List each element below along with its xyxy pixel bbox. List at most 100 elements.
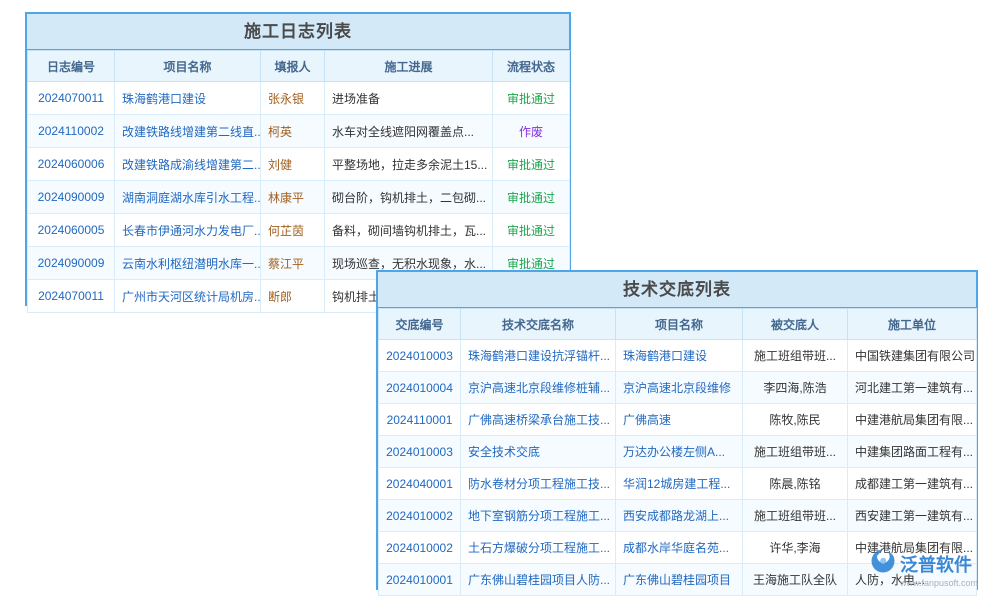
log-id-link[interactable]: 2024090009	[28, 247, 115, 280]
log-id-link[interactable]: 2024110002	[28, 115, 115, 148]
construction-unit-cell: 西安建工第一建筑有...	[848, 500, 977, 532]
disclosed-person-cell: 施工班组带班...	[743, 500, 848, 532]
filler-cell: 刘健	[261, 148, 325, 181]
disclosed-person-cell: 李四海,陈浩	[743, 372, 848, 404]
log-id-link[interactable]: 2024090009	[28, 181, 115, 214]
brand-url: www.fanpusoft.com	[900, 578, 996, 588]
project-name-link[interactable]: 广佛高速	[616, 404, 743, 436]
brand-name: 泛普软件	[900, 551, 972, 577]
disclosure-name-link[interactable]: 珠海鹤港口建设抗浮锚杆...	[461, 340, 616, 372]
project-name-link[interactable]: 云南水利枢纽潜明水库一...	[115, 247, 261, 280]
status-badge: 审批通过	[493, 214, 570, 247]
disclosure-table-header-row: 交底编号技术交底名称项目名称被交底人施工单位	[379, 309, 977, 340]
fanpu-logo-icon	[870, 548, 896, 579]
disclosure-name-link[interactable]: 防水卷材分项工程施工技...	[461, 468, 616, 500]
disclosed-person-cell: 王海施工队全队	[743, 564, 848, 596]
log-id-link[interactable]: 2024070011	[28, 280, 115, 313]
table-row: 2024060006改建铁路成渝线增建第二...刘健平整场地，拉走多余泥土15.…	[28, 148, 570, 181]
disclosed-person-cell: 许华,李海	[743, 532, 848, 564]
construction-unit-cell: 中建港航局集团有限...	[848, 404, 977, 436]
disclosed-person-cell: 陈晨,陈铭	[743, 468, 848, 500]
progress-cell: 平整场地，拉走多余泥土15...	[325, 148, 493, 181]
fanpu-watermark: 泛普软件 www.fanpusoft.com	[870, 548, 996, 588]
table-row: 2024010003珠海鹤港口建设抗浮锚杆...珠海鹤港口建设施工班组带班...…	[379, 340, 977, 372]
disclosure-name-link[interactable]: 土石方爆破分项工程施工...	[461, 532, 616, 564]
project-name-link[interactable]: 西安成都路龙湖上...	[616, 500, 743, 532]
disclosure-id-link[interactable]: 2024010003	[379, 340, 461, 372]
disclosure-name-link[interactable]: 广佛高速桥梁承台施工技...	[461, 404, 616, 436]
project-name-link[interactable]: 湖南洞庭湖水库引水工程...	[115, 181, 261, 214]
column-header: 技术交底名称	[461, 309, 616, 340]
column-header: 项目名称	[616, 309, 743, 340]
filler-cell: 林康平	[261, 181, 325, 214]
project-name-link[interactable]: 改建铁路线增建第二线直...	[115, 115, 261, 148]
disclosed-person-cell: 施工班组带班...	[743, 340, 848, 372]
disclosure-id-link[interactable]: 2024010001	[379, 564, 461, 596]
disclosure-id-link[interactable]: 2024010002	[379, 532, 461, 564]
project-name-link[interactable]: 广东佛山碧桂园项目	[616, 564, 743, 596]
project-name-link[interactable]: 京沪高速北京段维修	[616, 372, 743, 404]
table-row: 2024010004京沪高速北京段维修桩辅...京沪高速北京段维修李四海,陈浩河…	[379, 372, 977, 404]
disclosure-id-link[interactable]: 2024010003	[379, 436, 461, 468]
project-name-link[interactable]: 成都水岸华庭名苑...	[616, 532, 743, 564]
project-name-link[interactable]: 广州市天河区统计局机房...	[115, 280, 261, 313]
column-header: 施工进展	[325, 51, 493, 82]
progress-cell: 砌台阶，钩机排土，二包砌...	[325, 181, 493, 214]
filler-cell: 蔡江平	[261, 247, 325, 280]
project-name-link[interactable]: 长春市伊通河水力发电厂...	[115, 214, 261, 247]
table-row: 2024010003安全技术交底万达办公楼左侧A...施工班组带班...中建集团…	[379, 436, 977, 468]
table-row: 2024070011珠海鹤港口建设张永银进场准备审批通过	[28, 82, 570, 115]
status-badge: 审批通过	[493, 181, 570, 214]
disclosed-person-cell: 施工班组带班...	[743, 436, 848, 468]
table-row: 2024060005长春市伊通河水力发电厂...何芷茵备料，砌间墙钩机排土，瓦.…	[28, 214, 570, 247]
table-row: 2024040001防水卷材分项工程施工技...华润12城房建工程...陈晨,陈…	[379, 468, 977, 500]
table-row: 2024110001广佛高速桥梁承台施工技...广佛高速陈牧,陈民中建港航局集团…	[379, 404, 977, 436]
progress-cell: 备料，砌间墙钩机排土，瓦...	[325, 214, 493, 247]
disclosure-name-link[interactable]: 京沪高速北京段维修桩辅...	[461, 372, 616, 404]
status-badge: 作废	[493, 115, 570, 148]
column-header: 日志编号	[28, 51, 115, 82]
status-badge: 审批通过	[493, 148, 570, 181]
disclosure-id-link[interactable]: 2024010002	[379, 500, 461, 532]
table-row: 2024110002改建铁路线增建第二线直...柯英水车对全线遮阳网覆盖点...…	[28, 115, 570, 148]
log-table-header-row: 日志编号项目名称填报人施工进展流程状态	[28, 51, 570, 82]
construction-log-panel: 施工日志列表 日志编号项目名称填报人施工进展流程状态 2024070011珠海鹤…	[25, 12, 571, 306]
filler-cell: 何芷茵	[261, 214, 325, 247]
page-root: { "log_panel": { "title": "施工日志列表", "col…	[0, 0, 1000, 600]
column-header: 交底编号	[379, 309, 461, 340]
column-header: 流程状态	[493, 51, 570, 82]
disclosure-panel-title: 技术交底列表	[378, 272, 976, 308]
progress-cell: 进场准备	[325, 82, 493, 115]
disclosure-id-link[interactable]: 2024110001	[379, 404, 461, 436]
disclosure-name-link[interactable]: 广东佛山碧桂园项目人防...	[461, 564, 616, 596]
filler-cell: 张永银	[261, 82, 325, 115]
construction-unit-cell: 河北建工第一建筑有...	[848, 372, 977, 404]
table-row: 2024090009湖南洞庭湖水库引水工程...林康平砌台阶，钩机排土，二包砌.…	[28, 181, 570, 214]
log-id-link[interactable]: 2024070011	[28, 82, 115, 115]
log-panel-title: 施工日志列表	[27, 14, 569, 50]
filler-cell: 断郎	[261, 280, 325, 313]
filler-cell: 柯英	[261, 115, 325, 148]
column-header: 施工单位	[848, 309, 977, 340]
column-header: 项目名称	[115, 51, 261, 82]
disclosed-person-cell: 陈牧,陈民	[743, 404, 848, 436]
disclosure-id-link[interactable]: 2024010004	[379, 372, 461, 404]
project-name-link[interactable]: 珠海鹤港口建设	[115, 82, 261, 115]
log-id-link[interactable]: 2024060005	[28, 214, 115, 247]
construction-unit-cell: 中国铁建集团有限公司	[848, 340, 977, 372]
disclosure-id-link[interactable]: 2024040001	[379, 468, 461, 500]
log-id-link[interactable]: 2024060006	[28, 148, 115, 181]
project-name-link[interactable]: 珠海鹤港口建设	[616, 340, 743, 372]
project-name-link[interactable]: 万达办公楼左侧A...	[616, 436, 743, 468]
column-header: 被交底人	[743, 309, 848, 340]
column-header: 填报人	[261, 51, 325, 82]
table-row: 2024010002地下室钢筋分项工程施工...西安成都路龙湖上...施工班组带…	[379, 500, 977, 532]
construction-unit-cell: 成都建工第一建筑有...	[848, 468, 977, 500]
project-name-link[interactable]: 华润12城房建工程...	[616, 468, 743, 500]
disclosure-name-link[interactable]: 安全技术交底	[461, 436, 616, 468]
project-name-link[interactable]: 改建铁路成渝线增建第二...	[115, 148, 261, 181]
technical-disclosure-panel: 技术交底列表 交底编号技术交底名称项目名称被交底人施工单位 2024010003…	[376, 270, 978, 590]
disclosure-name-link[interactable]: 地下室钢筋分项工程施工...	[461, 500, 616, 532]
construction-unit-cell: 中建集团路面工程有...	[848, 436, 977, 468]
progress-cell: 水车对全线遮阳网覆盖点...	[325, 115, 493, 148]
